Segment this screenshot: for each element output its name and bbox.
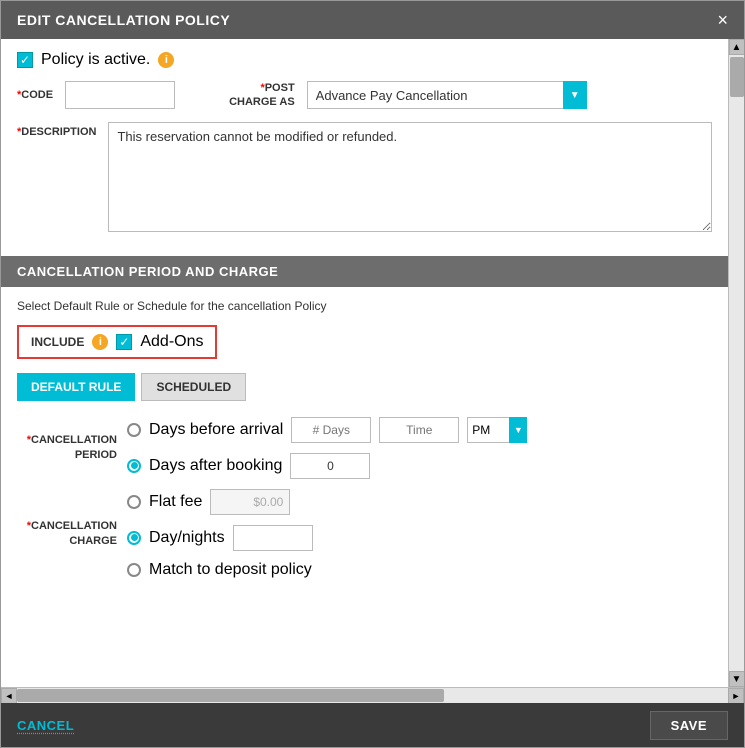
dialog-body: ✓ Policy is active. i *CODE DEPCXL *POST…	[1, 39, 728, 687]
horizontal-scroll-track	[17, 688, 728, 703]
include-box: INCLUDE i ✓ Add-Ons	[17, 325, 217, 359]
scroll-left-arrow-icon[interactable]: ◄	[1, 688, 17, 704]
scroll-right-arrow-icon[interactable]: ►	[728, 688, 744, 704]
dialog-body-wrapper: ✓ Policy is active. i *CODE DEPCXL *POST…	[1, 39, 744, 687]
include-info-icon[interactable]: i	[92, 334, 108, 350]
flat-fee-input[interactable]	[210, 489, 290, 515]
cancel-button[interactable]: CANCEL	[17, 718, 74, 733]
cancellation-charge-required-star: *	[27, 520, 31, 532]
description-label: *DESCRIPTION	[17, 122, 96, 138]
policy-active-checkbox[interactable]: ✓	[17, 52, 33, 68]
scroll-track	[729, 55, 744, 671]
flat-fee-radio[interactable]	[127, 495, 141, 509]
flat-fee-label: Flat fee	[149, 493, 202, 511]
scroll-down-arrow-icon[interactable]: ▼	[729, 671, 745, 687]
description-textarea[interactable]: This reservation cannot be modified or r…	[108, 122, 712, 232]
days-after-booking-row: Days after booking	[127, 453, 527, 479]
description-row: *DESCRIPTION This reservation cannot be …	[17, 122, 712, 232]
match-deposit-label: Match to deposit policy	[149, 561, 312, 579]
policy-active-info-icon[interactable]: i	[158, 52, 174, 68]
days-after-booking-input[interactable]	[290, 453, 370, 479]
match-deposit-radio[interactable]	[127, 563, 141, 577]
post-charge-required-star: *	[260, 82, 264, 94]
days-after-booking-label: Days after booking	[149, 457, 282, 475]
dialog-header: EDIT CANCELLATION POLICY ×	[1, 1, 744, 39]
cancellation-period-section-header: CANCELLATION PERIOD AND CHARGE	[1, 256, 728, 287]
match-deposit-row: Match to deposit policy	[127, 561, 313, 579]
include-label: INCLUDE	[31, 335, 84, 349]
cancellation-charge-row: *CANCELLATIONCHARGE Flat fee Day/nights	[17, 489, 712, 579]
rule-tabs: DEFAULT RULE SCHEDULED	[17, 373, 712, 401]
code-required-star: *	[17, 89, 21, 101]
save-button[interactable]: SAVE	[650, 711, 728, 740]
daynight-radio[interactable]	[127, 531, 141, 545]
daynight-row: Day/nights	[127, 525, 313, 551]
time-input[interactable]	[379, 417, 459, 443]
pm-select-wrapper: PM AM ▼	[467, 417, 527, 443]
addons-label: Add-Ons	[140, 333, 203, 351]
scrollbar-right[interactable]: ▲ ▼	[728, 39, 744, 687]
cancellation-charge-label: *CANCELLATIONCHARGE	[17, 519, 117, 548]
post-charge-select-wrapper: Advance Pay Cancellation ▼	[307, 81, 587, 109]
cancellation-charge-options: Flat fee Day/nights Match to depos	[127, 489, 313, 579]
dialog: EDIT CANCELLATION POLICY × ✓ Policy is a…	[0, 0, 745, 748]
daynight-label: Day/nights	[149, 529, 225, 547]
days-before-arrival-label: Days before arrival	[149, 421, 283, 439]
code-input[interactable]: DEPCXL	[65, 81, 175, 109]
close-button[interactable]: ×	[717, 11, 728, 29]
policy-active-row: ✓ Policy is active. i	[17, 51, 712, 69]
days-before-arrival-radio[interactable]	[127, 423, 141, 437]
select-hint: Select Default Rule or Schedule for the …	[17, 299, 712, 313]
scroll-up-arrow-icon[interactable]: ▲	[729, 39, 745, 55]
post-charge-select[interactable]: Advance Pay Cancellation	[307, 81, 587, 109]
flat-fee-row: Flat fee	[127, 489, 313, 515]
description-required-star: *	[17, 126, 21, 138]
dialog-title: EDIT CANCELLATION POLICY	[17, 12, 230, 28]
code-label: *CODE	[17, 89, 53, 101]
scroll-thumb[interactable]	[730, 57, 744, 97]
post-charge-label: *POSTCHARGE AS	[229, 81, 295, 110]
code-postcharge-row: *CODE DEPCXL *POSTCHARGE AS Advance Pay …	[17, 81, 712, 110]
daynight-input[interactable]	[233, 525, 313, 551]
days-before-arrival-row: Days before arrival PM AM ▼	[127, 417, 527, 443]
dialog-footer: CANCEL SAVE	[1, 703, 744, 747]
cancellation-period-row: *CANCELLATIONPERIOD Days before arrival …	[17, 417, 712, 479]
horizontal-scrollbar[interactable]: ◄ ►	[1, 687, 744, 703]
pm-select[interactable]: PM AM	[467, 417, 527, 443]
horizontal-scroll-thumb[interactable]	[17, 689, 444, 702]
days-after-booking-radio[interactable]	[127, 459, 141, 473]
form-content: ✓ Policy is active. i *CODE DEPCXL *POST…	[1, 39, 728, 256]
policy-active-label: Policy is active.	[41, 51, 150, 69]
period-section: Select Default Rule or Schedule for the …	[1, 287, 728, 601]
cancellation-period-required-star: *	[27, 434, 31, 446]
days-input[interactable]	[291, 417, 371, 443]
default-rule-tab[interactable]: DEFAULT RULE	[17, 373, 135, 401]
cancellation-period-options: Days before arrival PM AM ▼	[127, 417, 527, 479]
cancellation-period-label: *CANCELLATIONPERIOD	[17, 433, 117, 462]
addons-checkbox[interactable]: ✓	[116, 334, 132, 350]
scheduled-tab[interactable]: SCHEDULED	[141, 373, 246, 401]
